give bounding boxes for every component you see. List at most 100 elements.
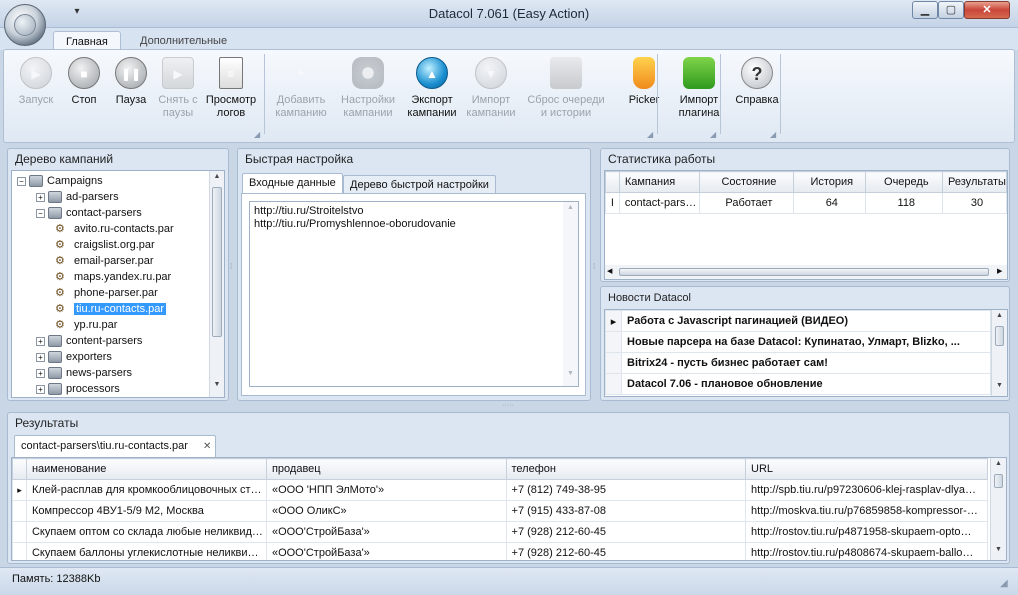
stats-grid[interactable]: Кампания Состояние История Очередь Результат… [604,170,1008,280]
news-item[interactable]: Datacol 7.06 - плановое обновление [605,373,991,395]
scroll-down-icon[interactable]: ▼ [563,370,578,377]
news-item[interactable]: Новые парсера на базе Datacol: Купинатао… [605,331,991,353]
close-tab-icon[interactable]: ✕ [203,441,211,452]
splitter-grip-icon[interactable]: ⁞ [593,263,597,279]
textarea-scrollbar[interactable]: ▲ ▼ [563,202,578,386]
ribbon-button-help[interactable]: ? Справка [727,55,787,135]
stats-column-header[interactable]: Кампания [618,171,700,193]
collapse-icon[interactable]: − [17,176,26,186]
results-column-header[interactable]: URL [745,458,988,480]
stats-row[interactable]: Icontact-pars… Работает 64 118 30 [605,192,1007,214]
scroll-up-icon[interactable]: ▲ [563,204,578,211]
tree-item-label: avito.ru-contacts.par [74,223,174,235]
tree-campaign-item[interactable]: ⚙ craigslist.org.par [17,237,224,253]
tab-input-data[interactable]: Входные данные [242,173,343,194]
group-launcher-icon[interactable]: ◢ [254,130,264,140]
results-cell: +7 (915) 433-87-08 [505,500,747,522]
scroll-thumb[interactable] [995,326,1004,346]
tab-quick-settings-tree[interactable]: Дерево быстрой настройки [343,175,496,195]
tree-folder-item[interactable]: + content-parsers [17,333,224,349]
scroll-down-icon[interactable]: ▼ [992,382,1007,389]
table-row[interactable]: Скупаем баллоны углекислотные неликви… «О… [12,542,988,560]
expand-icon[interactable]: + [36,336,45,346]
resize-grip-icon[interactable]: ◢ [1000,578,1008,589]
tree-folder-item[interactable]: + processors [17,381,224,397]
export-icon: ▲ [416,57,448,89]
stats-column-header[interactable]: Состояние [698,171,795,193]
input-urls-textarea[interactable]: http://tiu.ru/Stroitelstvo http://tiu.ru/… [249,201,579,387]
minimize-button[interactable]: ▁ [912,1,938,19]
tree-folder-item[interactable]: + exporters [17,349,224,365]
scroll-up-icon[interactable]: ▲ [210,173,224,180]
ribbon-button-label: Просмотр [205,94,257,106]
tree-folder-item[interactable]: − contact-parsers [17,205,224,221]
tab-additional[interactable]: Дополнительные [128,31,239,51]
scroll-down-icon[interactable]: ▼ [991,546,1006,553]
tree-campaign-item[interactable]: ⚙ phone-parser.par [17,285,224,301]
tree-folder-item[interactable]: + ad-parsers [17,189,224,205]
scroll-left-icon[interactable]: ◀ [607,265,612,279]
stats-column-header[interactable]: Результаты [942,171,1007,193]
scroll-thumb[interactable] [994,474,1003,488]
news-scrollbar[interactable]: ▲ ▼ [991,310,1007,396]
ribbon-button-import[interactable]: ▼ Импорт кампании [461,55,521,135]
tab-main[interactable]: Главная [53,31,121,51]
table-row[interactable]: Скупаем оптом со склада любые неликвид… «… [12,521,988,543]
results-scrollbar[interactable]: ▲ ▼ [990,458,1006,560]
scroll-thumb[interactable] [619,268,989,276]
table-row[interactable]: Компрессор 4ВУ1-5/9 М2, Москва «ООО ОликС… [12,500,988,522]
row-marker: I [605,192,620,214]
scroll-right-icon[interactable]: ▶ [997,265,1002,279]
scroll-thumb[interactable] [212,187,222,337]
tree-scrollbar[interactable]: ▲ ▼ [209,171,224,397]
tree-folder-item[interactable]: − Campaigns [17,173,224,189]
tree-campaign-item[interactable]: ⚙ maps.yandex.ru.par [17,269,224,285]
results-column-header[interactable]: телефон [505,458,747,480]
group-launcher-icon[interactable]: ◢ [647,130,657,140]
group-launcher-icon[interactable]: ◢ [710,130,720,140]
close-button[interactable]: ✕ [964,1,1010,19]
table-row[interactable]: ▸ Клей-расплав для кромкооблицовочных ст…… [12,479,988,501]
stats-column-header[interactable]: История [793,171,866,193]
campaign-tree[interactable]: − Campaigns + ad-parsers − contact-parsers ⚙ av… [11,170,225,398]
splitter-grip-icon[interactable]: ⁞ [230,263,234,279]
ribbon-button-resume[interactable]: ▶ Снять с паузы [148,55,208,135]
news-list[interactable]: ▸ Работа с Javascript пагинацией (ВИДЕО) Н… [604,309,1008,397]
expand-icon[interactable]: + [36,384,45,394]
stats-column-header[interactable]: Очередь [864,171,944,193]
folder-icon [48,351,62,364]
tree-folder-item[interactable]: + news-parsers [17,365,224,381]
stats-header-row: Кампания Состояние История Очередь Результат… [605,171,1007,193]
tree-campaign-item[interactable]: ⚙ avito.ru-contacts.par [17,221,224,237]
results-grid[interactable]: наименование продавец телефон URL ▸ Клей-расп… [11,457,1007,561]
quick-access-dropdown-icon[interactable]: ▾ [70,6,84,20]
scroll-up-icon[interactable]: ▲ [992,312,1007,319]
scroll-up-icon[interactable]: ▲ [991,460,1006,467]
app-menu-orb-icon[interactable] [4,4,46,46]
ribbon-button-picker-hand[interactable]: Picker [614,55,674,135]
splitter-grip-icon[interactable]: ····· [500,402,516,409]
ribbon-button-log[interactable]: ≡ Просмотр логов [204,55,258,135]
collapse-icon[interactable]: − [36,208,45,218]
scroll-down-icon[interactable]: ▼ [210,381,224,388]
tree-campaign-item[interactable]: ⚙ tiu.ru-contacts.par [17,301,224,317]
group-launcher-icon[interactable]: ◢ [770,130,780,140]
ribbon-button-reset[interactable]: Сброс очереди и истории [526,55,606,135]
stats-hscrollbar[interactable]: ◀ ▶ [605,265,1007,279]
ribbon-separator [720,54,721,134]
expand-icon[interactable]: + [36,352,45,362]
news-item[interactable]: ▸ Работа с Javascript пагинацией (ВИДЕО) [605,310,991,332]
tree-campaign-item[interactable]: ⚙ yp.ru.par [17,317,224,333]
results-tab[interactable]: contact-parsers\tiu.ru-contacts.par ✕ [14,435,217,457]
expand-icon[interactable]: + [36,192,45,202]
tree-campaign-item[interactable]: ⚙ email-parser.par [17,253,224,269]
maximize-button[interactable]: ▢ [938,1,964,19]
ribbon-button-wand[interactable]: ✦ Добавить кампанию [271,55,331,135]
expand-icon[interactable]: + [36,368,45,378]
results-column-header[interactable]: продавец [265,458,507,480]
results-column-header[interactable]: наименование [25,458,267,480]
news-item[interactable]: Bitrix24 - пусть бизнес работает сам! [605,352,991,374]
ribbon-button-export[interactable]: ▲ Экспорт кампании [402,55,462,135]
stats-cell: contact-pars… [618,192,700,214]
ribbon-button-gear[interactable]: Настройки кампании [338,55,398,135]
